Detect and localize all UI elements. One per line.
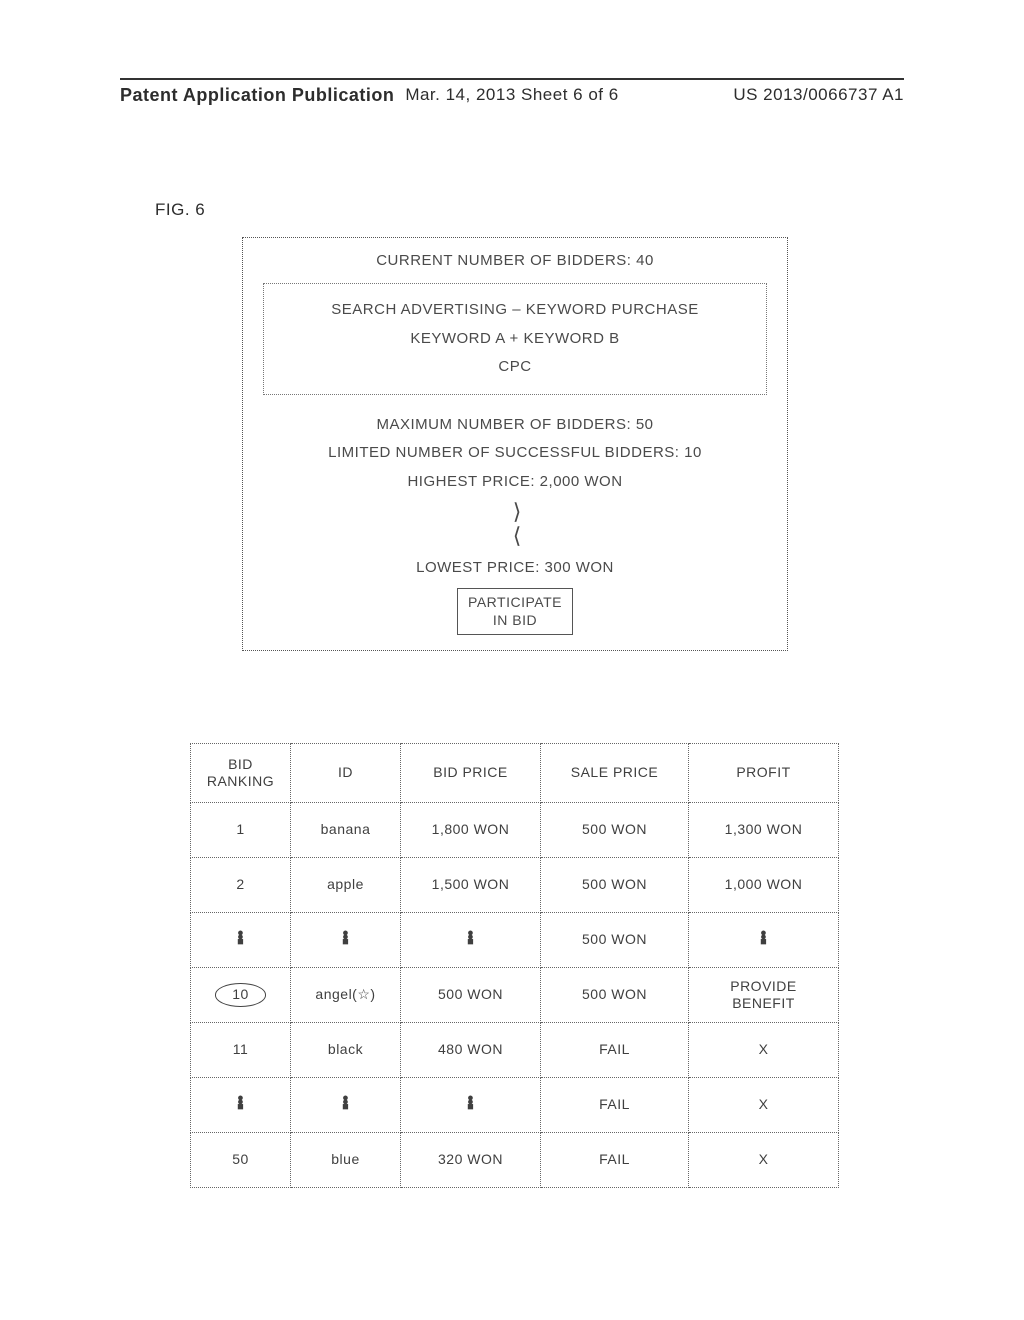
cell-id: ●●■: [291, 913, 401, 968]
col-header-rank: BIDRANKING: [191, 744, 291, 803]
cell-rank: 10: [191, 968, 291, 1023]
cell-id: black: [291, 1023, 401, 1078]
cell-id: ●●■: [291, 1078, 401, 1133]
cell-profit: PROVIDEBENEFIT: [689, 968, 839, 1023]
col-header-bid: BID PRICE: [401, 744, 541, 803]
table-row: 50blue320 WONFAILX: [191, 1133, 839, 1188]
table-row: 11black480 WONFAILX: [191, 1023, 839, 1078]
col-header-profit: PROFIT: [689, 744, 839, 803]
info-line-3: CPC: [272, 353, 758, 382]
table-row: ●●■●●■●●■500 WON●●■: [191, 913, 839, 968]
info-line-2: KEYWORD A + KEYWORD B: [272, 325, 758, 354]
max-bidders: MAXIMUM NUMBER OF BIDDERS: 50: [251, 411, 779, 440]
limited-successful: LIMITED NUMBER OF SUCCESSFUL BIDDERS: 10: [251, 439, 779, 468]
cell-bid: 1,800 WON: [401, 803, 541, 858]
auction-rules: MAXIMUM NUMBER OF BIDDERS: 50 LIMITED NU…: [243, 405, 787, 650]
cell-sale: FAIL: [541, 1023, 689, 1078]
cell-id: banana: [291, 803, 401, 858]
cell-rank: ●●■: [191, 913, 291, 968]
cell-bid: ●●■: [401, 1078, 541, 1133]
cell-profit: 1,300 WON: [689, 803, 839, 858]
cell-profit: ●●■: [689, 913, 839, 968]
table-row: 2apple1,500 WON500 WON1,000 WON: [191, 858, 839, 913]
table-row: 1banana1,800 WON500 WON1,300 WON: [191, 803, 839, 858]
cell-profit: X: [689, 1023, 839, 1078]
cell-bid: 480 WON: [401, 1023, 541, 1078]
cell-profit: X: [689, 1078, 839, 1133]
cell-bid: 320 WON: [401, 1133, 541, 1188]
page: Patent Application Publication Mar. 14, …: [0, 0, 1024, 1320]
col-header-sale: SALE PRICE: [541, 744, 689, 803]
col-header-id: ID: [291, 744, 401, 803]
table-row: 10angel(☆)500 WON500 WONPROVIDEBENEFIT: [191, 968, 839, 1023]
cell-profit: 1,000 WON: [689, 858, 839, 913]
cell-id: blue: [291, 1133, 401, 1188]
cell-sale: 500 WON: [541, 803, 689, 858]
table-row: ●●■●●■●●■FAILX: [191, 1078, 839, 1133]
cell-sale: 500 WON: [541, 858, 689, 913]
auction-panel: CURRENT NUMBER OF BIDDERS: 40 SEARCH ADV…: [242, 237, 788, 651]
lowest-price: LOWEST PRICE: 300 WON: [251, 554, 779, 583]
header-rule: [120, 78, 904, 80]
cell-bid: 1,500 WON: [401, 858, 541, 913]
cell-sale: 500 WON: [541, 968, 689, 1023]
cell-rank: 1: [191, 803, 291, 858]
cell-rank: ●●■: [191, 1078, 291, 1133]
cell-id: apple: [291, 858, 401, 913]
cell-bid: ●●■: [401, 913, 541, 968]
cell-sale: FAIL: [541, 1133, 689, 1188]
current-bidders: CURRENT NUMBER OF BIDDERS: 40: [243, 238, 787, 279]
cell-id: angel(☆): [291, 968, 401, 1023]
rank-circle: 10: [215, 983, 266, 1007]
header-pub-number: US 2013/0066737 A1: [733, 85, 904, 105]
figure-label: FIG. 6: [155, 200, 205, 220]
countdown-icon: ⟩⟨: [513, 500, 518, 548]
info-line-1: SEARCH ADVERTISING – KEYWORD PURCHASE: [272, 296, 758, 325]
auction-info-box: SEARCH ADVERTISING – KEYWORD PURCHASE KE…: [263, 283, 767, 395]
cell-bid: 500 WON: [401, 968, 541, 1023]
cell-sale: FAIL: [541, 1078, 689, 1133]
cell-rank: 2: [191, 858, 291, 913]
cell-profit: X: [689, 1133, 839, 1188]
table-header-row: BIDRANKING ID BID PRICE SALE PRICE PROFI…: [191, 744, 839, 803]
cell-sale: 500 WON: [541, 913, 689, 968]
bid-table: BIDRANKING ID BID PRICE SALE PRICE PROFI…: [190, 743, 839, 1188]
cell-rank: 50: [191, 1133, 291, 1188]
cell-rank: 11: [191, 1023, 291, 1078]
participate-button[interactable]: PARTICIPATEIN BID: [457, 588, 573, 634]
highest-price: HIGHEST PRICE: 2,000 WON: [251, 468, 779, 497]
